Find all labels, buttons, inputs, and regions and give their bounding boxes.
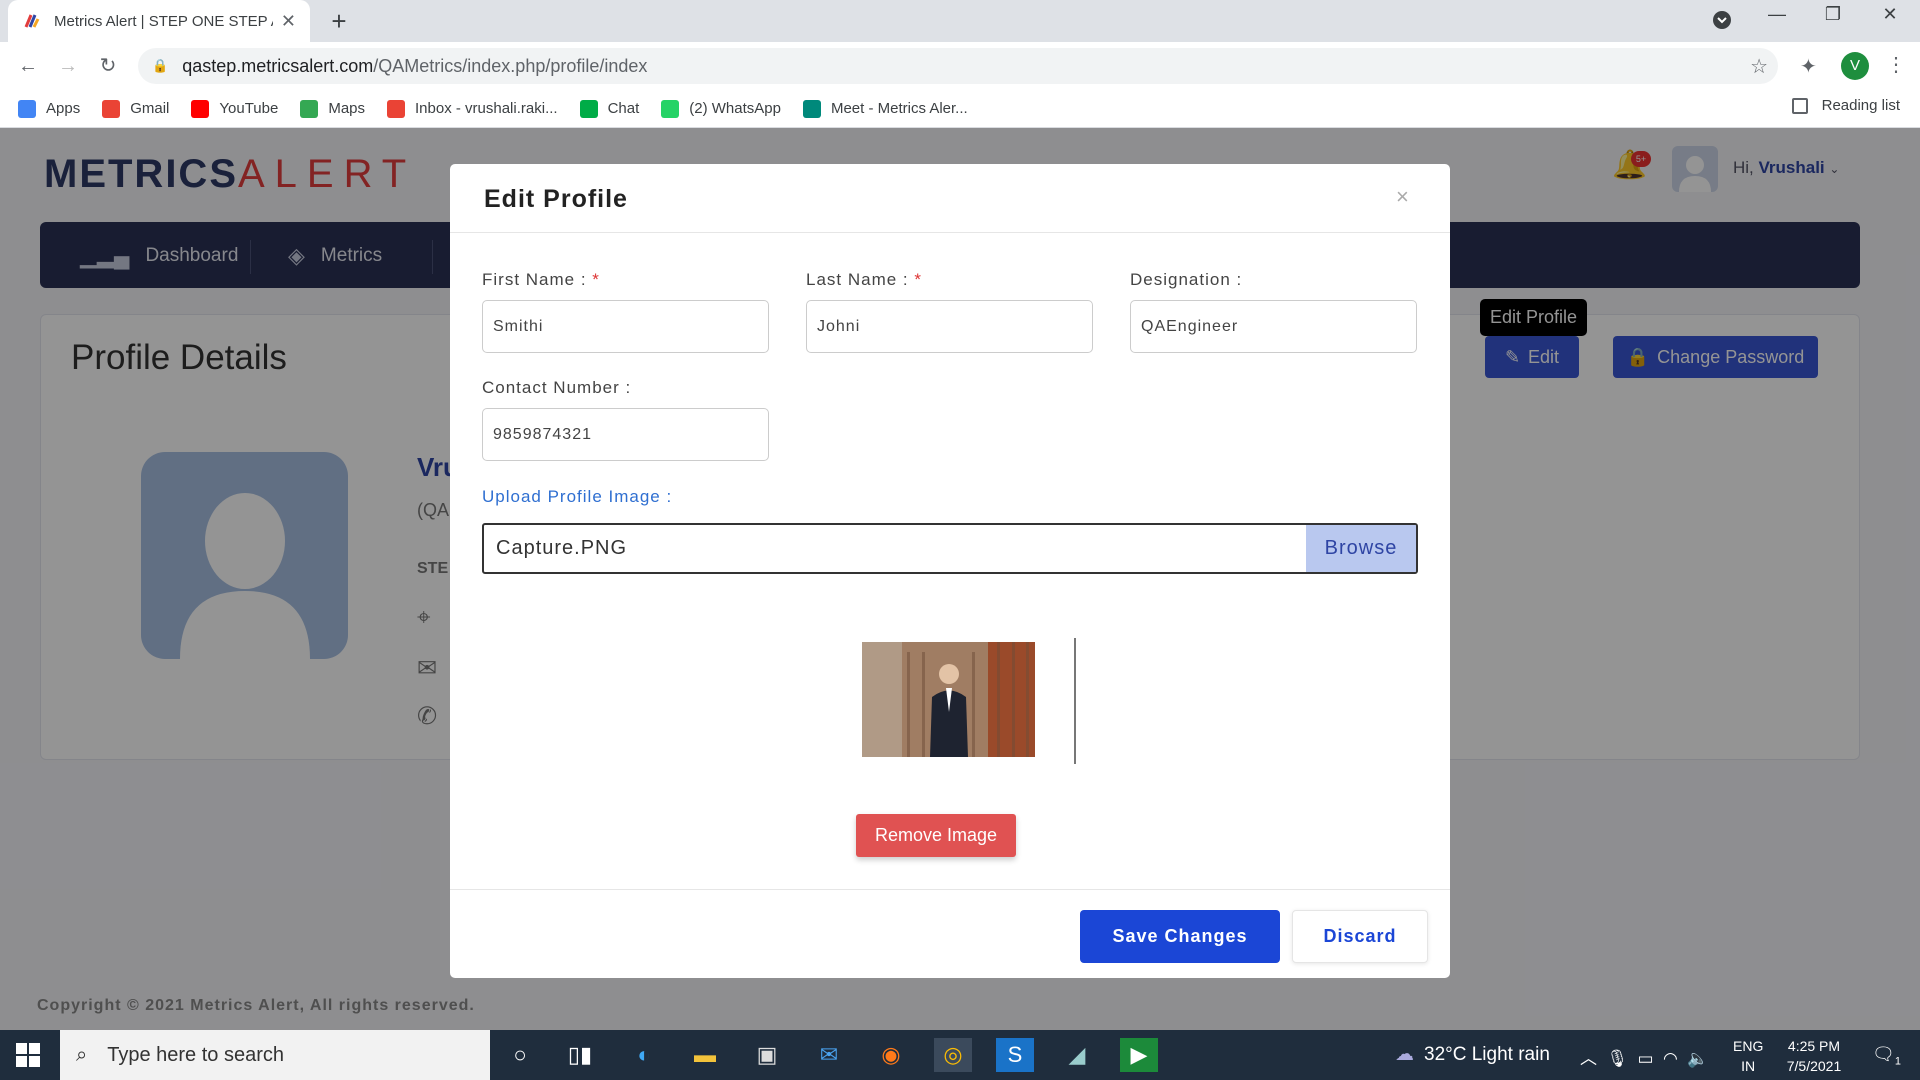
profile-avatar[interactable]: V [1841,52,1869,80]
designation-label: Designation : [1130,270,1243,289]
bookmark-icon [579,99,598,118]
modal-footer-divider [450,889,1450,890]
bookmark-item[interactable]: Chat [579,99,639,118]
clock[interactable]: 4:25 PM 7/5/2021 [1770,1036,1858,1076]
address-bar[interactable]: 🔒 qastep.metricsalert.com/QAMetrics/inde… [138,48,1778,84]
windows-start-icon[interactable] [16,1043,40,1067]
cloud-icon: ☁ [1395,1044,1414,1065]
edge-icon[interactable]: ◐ [625,1038,663,1072]
app-s-icon[interactable]: S [996,1038,1034,1072]
app-play-icon[interactable]: ▶ [1120,1038,1158,1072]
bookmark-icon [661,99,680,118]
reading-list-button[interactable]: Reading list [1791,97,1900,114]
file-name: Capture.PNG [496,537,628,559]
contact-number-field[interactable]: 9859874321 [482,408,769,461]
bookmark-item[interactable]: Meet - Metrics Aler... [802,99,968,118]
text-cursor [1074,638,1076,764]
last-name-field[interactable]: Johni [806,300,1093,353]
tab-close-icon[interactable]: ✕ [281,11,296,32]
notification-center-icon[interactable]: 🗨1 [1872,1044,1901,1068]
reload-icon[interactable]: ↻ [92,50,124,82]
bookmark-item[interactable]: YouTube [191,99,278,118]
bookmark-star-icon[interactable]: ☆ [1750,54,1768,79]
forward-icon[interactable]: → [52,50,84,82]
modal-header-divider [450,232,1450,233]
tab-search-icon[interactable] [1702,10,1742,35]
lock-icon: 🔒 [152,58,169,73]
volume-icon: 🔈 [1687,1049,1709,1068]
minimize-icon[interactable]: — [1757,4,1797,25]
metrics-alert-favicon [24,14,40,28]
wifi-icon: ◠ [1663,1049,1678,1068]
profile-image-preview [862,642,1035,757]
store-icon[interactable]: ▣ [748,1038,786,1072]
mail-app-icon[interactable]: ✉ [810,1038,848,1072]
browse-button[interactable]: Browse [1306,525,1416,572]
app-pen-icon[interactable]: ◢ [1058,1038,1096,1072]
close-icon[interactable]: × [1396,184,1409,210]
bookmark-icon [300,99,319,118]
file-input[interactable]: Capture.PNG Browse [482,523,1418,574]
battery-icon: ▭ [1637,1049,1654,1068]
language-indicator[interactable]: ENG IN [1733,1036,1763,1076]
bookmarks-bar: Apps Gmail YouTube Maps Inbox - vrushali.rak… [0,90,1920,128]
first-name-field[interactable]: Smithi [482,300,769,353]
bookmark-icon [102,99,121,118]
restore-icon[interactable]: ❐ [1813,4,1853,25]
bookmark-item[interactable]: Maps [300,99,365,118]
browser-tab[interactable]: Metrics Alert | STEP ONE STEP AHEAD ✕ [8,0,310,42]
weather-widget[interactable]: ☁ 32°C Light rain [1395,1043,1550,1066]
bookmark-icon [18,99,36,118]
chevron-up-icon: ︿ [1580,1049,1597,1068]
mic-icon: 🎙 [1606,1049,1629,1068]
menu-icon[interactable]: ⋮ [1886,52,1906,77]
taskbar-search-box[interactable]: ⌕ Type here to search [60,1030,490,1080]
save-changes-button[interactable]: Save Changes [1080,910,1280,963]
bookmark-item[interactable]: (2) WhatsApp [661,99,781,118]
url-text: qastep.metricsalert.com/QAMetrics/index.… [182,55,648,76]
bookmark-item[interactable]: Inbox - vrushali.raki... [387,99,558,118]
search-icon: ⌕ [76,1043,88,1066]
modal-title: Edit Profile [484,185,628,213]
bookmark-icon [802,99,821,118]
contact-number-label: Contact Number : [482,378,632,397]
first-name-label: First Name : * [482,270,600,289]
remove-image-button[interactable]: Remove Image [856,814,1016,857]
back-icon[interactable]: ← [12,50,44,82]
upload-image-label: Upload Profile Image : [482,487,673,506]
extensions-icon[interactable]: ✦ [1800,54,1817,79]
chrome-icon[interactable]: ◎ [934,1038,972,1072]
bookmark-item[interactable]: Gmail [102,99,169,118]
tab-title: Metrics Alert | STEP ONE STEP AHEAD [54,12,273,30]
designation-field[interactable]: QAEngineer [1130,300,1417,353]
bookmark-icon [387,99,406,118]
close-window-icon[interactable]: ✕ [1870,4,1910,25]
bookmark-icon [191,99,210,118]
new-tab-button[interactable]: + [324,6,354,37]
bookmark-item[interactable]: Apps [18,99,80,118]
firefox-icon[interactable]: ◉ [872,1038,910,1072]
system-tray[interactable]: ︿ 🎙 ▭ ◠ 🔈 [1580,1044,1708,1069]
file-explorer-icon[interactable]: ▬ [686,1038,724,1072]
cortana-icon[interactable]: ○ [501,1038,539,1072]
reading-list-icon [1791,97,1808,114]
discard-button[interactable]: Discard [1292,910,1428,963]
last-name-label: Last Name : * [806,270,922,289]
task-view-icon[interactable]: ▯▮ [561,1038,599,1072]
